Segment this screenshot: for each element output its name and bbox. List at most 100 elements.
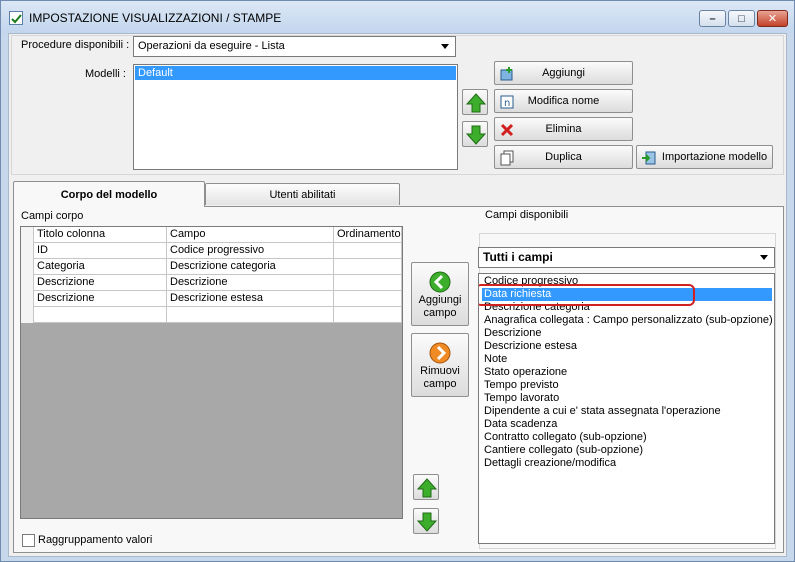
row-selector[interactable] bbox=[21, 243, 34, 259]
aggiungi-button[interactable]: Aggiungi bbox=[494, 61, 633, 85]
maximize-icon: □ bbox=[738, 12, 745, 25]
aggiungi-campo-label-1: Aggiungi bbox=[418, 294, 462, 306]
list-item[interactable]: Tempo previsto bbox=[482, 379, 772, 392]
filter-value: Tutti i campi bbox=[483, 250, 553, 264]
campi-disponibili-list[interactable]: Codice progressivo Data richiesta Descri… bbox=[478, 273, 775, 544]
rimuovi-campo-button[interactable]: Rimuovi campo bbox=[411, 333, 469, 397]
importazione-label: Importazione modello bbox=[661, 151, 768, 163]
list-item[interactable]: Tempo lavorato bbox=[482, 392, 772, 405]
row-selector[interactable] bbox=[21, 275, 34, 291]
table-row[interactable]: Categoria Descrizione categoria bbox=[21, 259, 402, 275]
field-down-button[interactable] bbox=[413, 508, 439, 534]
tab-strip: Corpo del modello Utenti abilitati bbox=[13, 181, 784, 207]
list-item[interactable]: Data scadenza bbox=[482, 418, 772, 431]
close-icon: ✕ bbox=[767, 13, 778, 25]
raggruppamento-checkbox[interactable] bbox=[22, 534, 35, 547]
modifica-nome-button[interactable]: n Modifica nome bbox=[494, 89, 633, 113]
list-item[interactable]: Descrizione estesa bbox=[482, 340, 772, 353]
column-header-ordinamento[interactable]: Ordinamento bbox=[334, 227, 402, 243]
row-selector[interactable] bbox=[21, 291, 34, 307]
checkmark-icon bbox=[9, 11, 23, 25]
campi-corpo-grid[interactable]: Titolo colonna Campo Ordinamento ID Codi… bbox=[20, 226, 403, 519]
table-cell[interactable]: Descrizione estesa bbox=[167, 291, 334, 307]
table-row[interactable]: ID Codice progressivo bbox=[21, 243, 402, 259]
list-item[interactable]: Anagrafica collegata : Campo personalizz… bbox=[482, 314, 773, 327]
table-cell[interactable]: Codice progressivo bbox=[167, 243, 334, 259]
table-cell[interactable]: Categoria bbox=[34, 259, 167, 275]
table-row-new[interactable] bbox=[21, 307, 402, 323]
arrow-up-icon bbox=[466, 93, 486, 113]
arrow-down-icon bbox=[466, 125, 486, 145]
procedure-select[interactable]: Operazioni da eseguire - Lista bbox=[133, 36, 456, 57]
list-item[interactable]: Cantiere collegato (sub-opzione) bbox=[482, 444, 772, 457]
modelli-label: Modelli : bbox=[85, 68, 126, 80]
tab-corpo-label: Corpo del modello bbox=[60, 189, 158, 201]
procedure-label: Procedure disponibili : bbox=[21, 39, 130, 51]
table-cell[interactable]: Descrizione bbox=[34, 291, 167, 307]
table-cell[interactable] bbox=[34, 307, 167, 323]
campi-corpo-label: Campi corpo bbox=[21, 210, 84, 222]
arrow-right-icon bbox=[429, 342, 451, 364]
filter-select[interactable]: Tutti i campi bbox=[478, 247, 775, 268]
highlight-annotation bbox=[479, 284, 695, 306]
row-selector[interactable] bbox=[21, 307, 34, 323]
campi-disponibili-label: Campi disponibili bbox=[483, 209, 571, 221]
table-cell[interactable]: ID bbox=[34, 243, 167, 259]
field-up-button[interactable] bbox=[413, 474, 439, 500]
window-title: IMPOSTAZIONE VISUALIZZAZIONI / STAMPE bbox=[29, 11, 282, 25]
grid-header-row: Titolo colonna Campo Ordinamento bbox=[21, 227, 402, 243]
table-cell[interactable]: Descrizione categoria bbox=[167, 259, 334, 275]
rimuovi-campo-label-1: Rimuovi bbox=[420, 365, 460, 377]
tab-utenti-label: Utenti abilitati bbox=[269, 189, 336, 201]
model-up-button[interactable] bbox=[462, 89, 488, 115]
model-down-button[interactable] bbox=[462, 121, 488, 147]
aggiungi-campo-button[interactable]: Aggiungi campo bbox=[411, 262, 469, 326]
table-cell[interactable] bbox=[334, 291, 402, 307]
tab-panel-corpo: Campi corpo Titolo colonna Campo Ordinam… bbox=[13, 206, 784, 553]
table-cell[interactable] bbox=[334, 243, 402, 259]
minimize-icon: – bbox=[709, 12, 716, 25]
tab-corpo-del-modello[interactable]: Corpo del modello bbox=[13, 181, 205, 207]
minimize-button[interactable]: – bbox=[699, 10, 726, 27]
modelli-list[interactable]: Default bbox=[133, 64, 458, 170]
grid-corner bbox=[21, 227, 34, 243]
list-item[interactable]: Descrizione bbox=[482, 327, 772, 340]
arrow-left-icon bbox=[429, 271, 451, 293]
modelli-item-default[interactable]: Default bbox=[135, 66, 456, 80]
duplica-label: Duplica bbox=[545, 151, 582, 163]
aggiungi-campo-label-2: campo bbox=[423, 307, 457, 319]
modifica-nome-label: Modifica nome bbox=[527, 95, 600, 107]
list-item[interactable]: Note bbox=[482, 353, 772, 366]
aggiungi-label: Aggiungi bbox=[542, 67, 585, 79]
row-selector[interactable] bbox=[21, 259, 34, 275]
list-item[interactable]: Contratto collegato (sub-opzione) bbox=[482, 431, 772, 444]
importazione-modello-button[interactable]: Importazione modello bbox=[636, 145, 773, 169]
raggruppamento-label: Raggruppamento valori bbox=[38, 534, 153, 546]
table-cell[interactable] bbox=[334, 259, 402, 275]
table-row[interactable]: Descrizione Descrizione estesa bbox=[21, 291, 402, 307]
title-bar[interactable]: IMPOSTAZIONE VISUALIZZAZIONI / STAMPE – … bbox=[1, 1, 794, 33]
list-item[interactable]: Dipendente a cui e' stata assegnata l'op… bbox=[482, 405, 772, 418]
arrow-up-icon bbox=[417, 478, 437, 498]
table-row[interactable]: Descrizione Descrizione bbox=[21, 275, 402, 291]
table-cell[interactable] bbox=[334, 307, 402, 323]
list-item[interactable]: Stato operazione bbox=[482, 366, 772, 379]
maximize-button[interactable]: □ bbox=[728, 10, 755, 27]
elimina-button[interactable]: Elimina bbox=[494, 117, 633, 141]
dialog-client: Procedure disponibili : Operazioni da es… bbox=[8, 33, 787, 557]
duplica-button[interactable]: Duplica bbox=[494, 145, 633, 169]
chevron-down-icon bbox=[760, 255, 768, 260]
elimina-label: Elimina bbox=[545, 123, 582, 135]
tab-utenti-abilitati[interactable]: Utenti abilitati bbox=[205, 183, 400, 205]
column-header-titolo[interactable]: Titolo colonna bbox=[34, 227, 167, 243]
dialog-window: IMPOSTAZIONE VISUALIZZAZIONI / STAMPE – … bbox=[0, 0, 795, 562]
procedure-value: Operazioni da eseguire - Lista bbox=[138, 40, 285, 52]
rimuovi-campo-label-2: campo bbox=[423, 378, 457, 390]
list-item[interactable]: Dettagli creazione/modifica bbox=[482, 457, 772, 470]
column-header-campo[interactable]: Campo bbox=[167, 227, 334, 243]
table-cell[interactable]: Descrizione bbox=[167, 275, 334, 291]
table-cell[interactable]: Descrizione bbox=[34, 275, 167, 291]
close-button[interactable]: ✕ bbox=[757, 10, 788, 27]
table-cell[interactable] bbox=[334, 275, 402, 291]
table-cell[interactable] bbox=[167, 307, 334, 323]
